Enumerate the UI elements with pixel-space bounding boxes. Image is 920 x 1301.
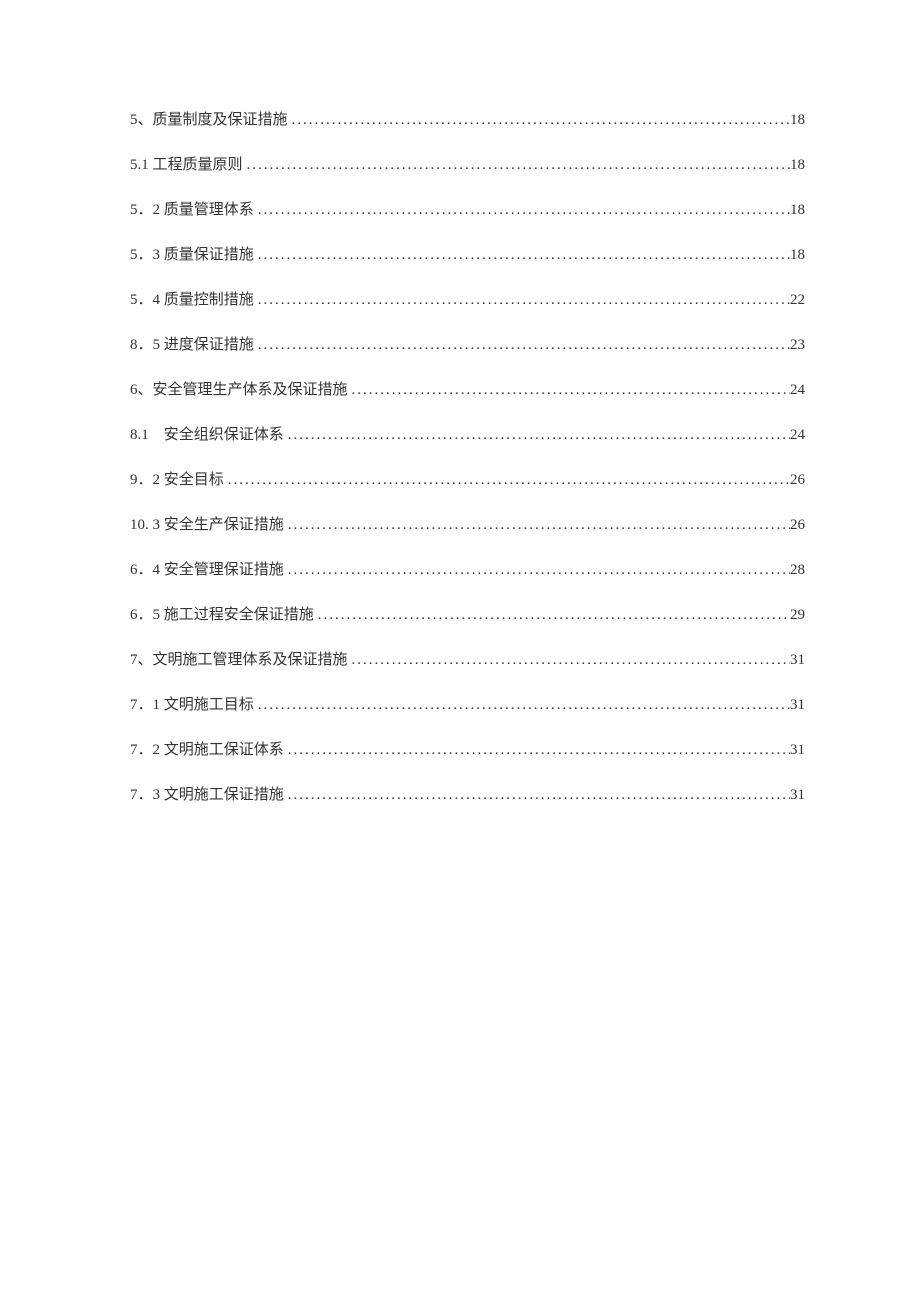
toc-entry-page: 31 — [790, 695, 805, 716]
toc-entry-label: 6．4 安全管理保证措施 — [130, 560, 284, 581]
toc-entry-label: 8.1 安全组织保证体系 — [130, 425, 284, 446]
toc-entry: 7．2 文明施工保证体系 31 — [130, 740, 805, 761]
toc-entry-page: 18 — [790, 245, 805, 266]
toc-entry: 10. 3 安全生产保证措施 26 — [130, 515, 805, 536]
toc-entry-page: 23 — [790, 335, 805, 356]
toc-entry-page: 26 — [790, 515, 805, 536]
toc-entry-page: 18 — [790, 155, 805, 176]
toc-dots — [348, 380, 790, 401]
toc-entry: 7．1 文明施工目标 31 — [130, 695, 805, 716]
toc-entry-page: 24 — [790, 380, 805, 401]
toc-dots — [254, 695, 790, 716]
toc-entry-page: 26 — [790, 470, 805, 491]
toc-entry-label: 5．3 质量保证措施 — [130, 245, 254, 266]
toc-entry: 5.1 工程质量原则 18 — [130, 155, 805, 176]
toc-entry: 8.1 安全组织保证体系 24 — [130, 425, 805, 446]
toc-dots — [284, 785, 790, 806]
toc-entry: 6．5 施工过程安全保证措施 29 — [130, 605, 805, 626]
toc-entry: 5．3 质量保证措施 18 — [130, 245, 805, 266]
toc-dots — [284, 515, 790, 536]
toc-entry-label: 5.1 工程质量原则 — [130, 155, 243, 176]
toc-entry-label: 6．5 施工过程安全保证措施 — [130, 605, 314, 626]
toc-entry: 8．5 进度保证措施 23 — [130, 335, 805, 356]
toc-dots — [314, 605, 790, 626]
toc-entry-page: 28 — [790, 560, 805, 581]
toc-dots — [284, 560, 790, 581]
toc-entry: 6．4 安全管理保证措施 28 — [130, 560, 805, 581]
toc-entry-label: 10. 3 安全生产保证措施 — [130, 515, 284, 536]
toc-dots — [243, 155, 790, 176]
toc-dots — [224, 470, 790, 491]
toc-entry: 5、质量制度及保证措施 18 — [130, 110, 805, 131]
toc-dots — [348, 650, 790, 671]
toc-dots — [284, 740, 790, 761]
toc-dots — [254, 200, 790, 221]
toc-entry-page: 31 — [790, 785, 805, 806]
toc-entry-label: 7、文明施工管理体系及保证措施 — [130, 650, 348, 671]
table-of-contents: 5、质量制度及保证措施 18 5.1 工程质量原则 18 5．2 质量管理体系 … — [130, 110, 805, 806]
toc-entry-label: 5、质量制度及保证措施 — [130, 110, 288, 131]
toc-entry-label: 5．2 质量管理体系 — [130, 200, 254, 221]
toc-dots — [284, 425, 790, 446]
toc-dots — [254, 335, 790, 356]
toc-entry-page: 18 — [790, 200, 805, 221]
toc-entry-label: 6、安全管理生产体系及保证措施 — [130, 380, 348, 401]
toc-entry: 5．4 质量控制措施 22 — [130, 290, 805, 311]
toc-entry-page: 31 — [790, 650, 805, 671]
toc-entry-page: 24 — [790, 425, 805, 446]
toc-entry-label: 7．2 文明施工保证体系 — [130, 740, 284, 761]
toc-entry-page: 18 — [790, 110, 805, 131]
toc-entry-page: 22 — [790, 290, 805, 311]
toc-entry-label: 5．4 质量控制措施 — [130, 290, 254, 311]
toc-entry-page: 29 — [790, 605, 805, 626]
toc-entry: 5．2 质量管理体系 18 — [130, 200, 805, 221]
toc-entry-label: 8．5 进度保证措施 — [130, 335, 254, 356]
toc-entry-label: 9．2 安全目标 — [130, 470, 224, 491]
toc-dots — [254, 245, 790, 266]
toc-entry: 7、文明施工管理体系及保证措施 31 — [130, 650, 805, 671]
toc-entry-label: 7．1 文明施工目标 — [130, 695, 254, 716]
toc-dots — [254, 290, 790, 311]
toc-dots — [288, 110, 790, 131]
toc-entry: 9．2 安全目标 26 — [130, 470, 805, 491]
toc-entry: 7．3 文明施工保证措施 31 — [130, 785, 805, 806]
toc-entry-label: 7．3 文明施工保证措施 — [130, 785, 284, 806]
toc-entry: 6、安全管理生产体系及保证措施 24 — [130, 380, 805, 401]
toc-entry-page: 31 — [790, 740, 805, 761]
